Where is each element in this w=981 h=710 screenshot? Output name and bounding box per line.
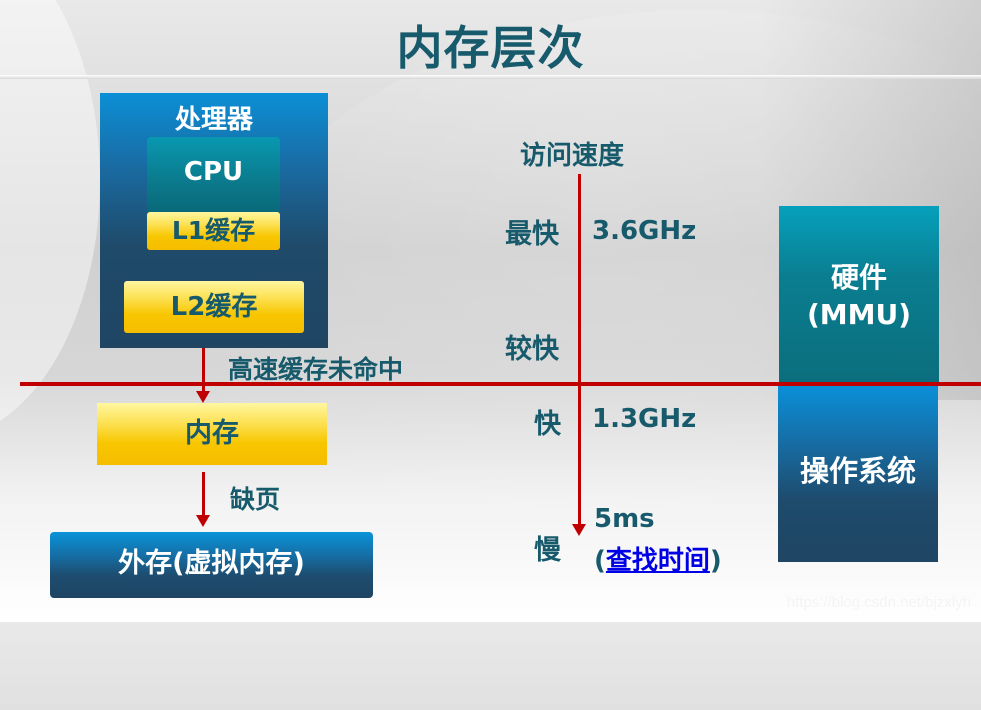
storage-block: 外存(虚拟内存) [50, 532, 373, 598]
cache-miss-arrow-head-icon [196, 391, 210, 403]
operating-system-block: 操作系统 [778, 386, 938, 562]
speed-axis-arrow-head-icon [572, 524, 586, 536]
speed-level-label: 快 [534, 409, 561, 440]
l2-cache-block: L2缓存 [124, 281, 304, 333]
note-prefix: ( [594, 546, 606, 576]
speed-axis-line [578, 174, 581, 526]
page-fault-arrow-head-icon [196, 515, 210, 527]
cache-miss-label: 高速缓存未命中 [228, 355, 404, 384]
mmu-label: (MMU) [806, 298, 912, 331]
os-label: 操作系统 [799, 454, 916, 488]
page-title: 内存层次 [396, 21, 585, 75]
memory-block: 内存 [97, 403, 327, 465]
page-fault-label: 缺页 [230, 485, 281, 514]
page-fault-arrow-line [202, 472, 205, 516]
speed-level-label: 较快 [505, 334, 559, 365]
lookup-time-link[interactable]: 查找时间 [606, 546, 710, 576]
processor-block: 处理器 CPU L1缓存 L2缓存 [100, 93, 328, 348]
speed-level-value: 1.3GHz [592, 404, 697, 434]
speed-level-value: 5ms [594, 504, 655, 534]
cpu-label: CPU [183, 157, 244, 187]
watermark: https://blog.csdn.net/bjzxlyh [786, 594, 971, 611]
speed-level-label: 慢 [534, 535, 561, 566]
speed-axis-title: 访问速度 [520, 141, 625, 171]
note-suffix: ) [709, 546, 722, 576]
hardware-mmu-block: 硬件 (MMU) [779, 206, 939, 382]
processor-label: 处理器 [174, 105, 253, 135]
lookup-time-note: (查找时间) [594, 540, 722, 577]
hardware-label: 硬件 [830, 261, 887, 294]
title-divider [0, 75, 981, 79]
speed-level-label: 最快 [505, 219, 559, 250]
cpu-block: CPU [147, 137, 280, 212]
speed-level-value: 3.6GHz [592, 216, 697, 246]
l1-cache-block: L1缓存 [147, 212, 280, 250]
